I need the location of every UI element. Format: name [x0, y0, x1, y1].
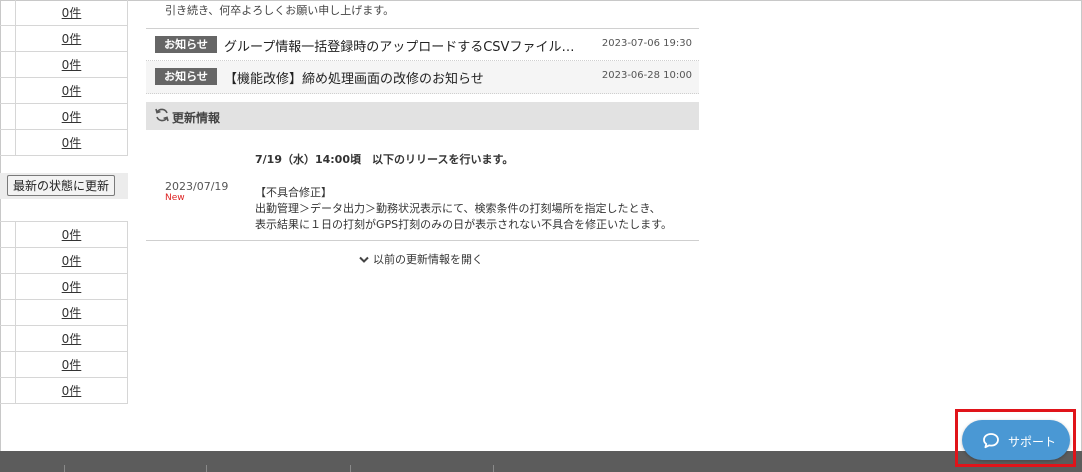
news-item[interactable]: お知らせ 【機能改修】締め処理画面の改修のお知らせ 2023-06-28 10:…	[146, 61, 699, 94]
chevron-down-icon	[359, 256, 369, 263]
table-row: 0件	[0, 77, 128, 104]
footer-separator	[493, 465, 494, 472]
count-table-top: 0件 0件 0件 0件 0件 0件	[0, 0, 128, 156]
footer-separator	[206, 465, 207, 472]
update-line: 出勤管理＞データ出力＞勤務状況表示にて、検索条件の打刻場所を指定したとき、	[255, 202, 661, 215]
table-row: 0件	[0, 247, 128, 274]
support-button[interactable]: サポート	[962, 420, 1070, 460]
table-row: 0件	[0, 351, 128, 378]
count-link[interactable]: 0件	[62, 32, 82, 46]
refresh-button[interactable]: 最新の状態に更新	[7, 175, 116, 196]
update-date: 2023/07/19	[165, 180, 229, 193]
count-link[interactable]: 0件	[62, 6, 82, 20]
table-row: 0件	[0, 103, 128, 130]
refresh-area: 最新の状態に更新	[0, 173, 128, 199]
refresh-icon	[155, 108, 169, 122]
footer-separator	[350, 465, 351, 472]
count-link[interactable]: 0件	[62, 136, 82, 150]
table-row: 0件	[0, 273, 128, 300]
news-item[interactable]: お知らせ グループ情報一括登録時のアップロードするCSVファイル… 2023-0…	[146, 28, 699, 61]
left-column-bottom: 0件 0件 0件 0件 0件 0件 0件	[0, 221, 128, 404]
count-link[interactable]: 0件	[62, 384, 82, 398]
count-link[interactable]: 0件	[62, 110, 82, 124]
updates-header-title: 更新情報	[172, 111, 221, 125]
left-column: 0件 0件 0件 0件 0件 0件	[0, 0, 128, 156]
news-date: 2023-07-06 19:30	[601, 38, 692, 49]
footer-bar	[0, 451, 1082, 472]
news-date: 2023-06-28 10:00	[601, 70, 692, 81]
update-line: 表示結果に１日の打刻がGPS打刻のみの日が表示されない不具合を修正いたします。	[255, 218, 673, 231]
divider	[146, 240, 699, 241]
table-row: 0件	[0, 299, 128, 326]
table-row: 0件	[0, 325, 128, 352]
count-link[interactable]: 0件	[62, 84, 82, 98]
table-row: 0件	[0, 377, 128, 404]
count-link[interactable]: 0件	[62, 332, 82, 346]
table-row: 0件	[0, 25, 128, 52]
table-row: 0件	[0, 51, 128, 78]
notice-badge: お知らせ	[155, 36, 217, 53]
count-link[interactable]: 0件	[62, 58, 82, 72]
table-row: 0件	[0, 221, 128, 248]
count-link[interactable]: 0件	[62, 228, 82, 242]
count-link[interactable]: 0件	[62, 358, 82, 372]
count-link[interactable]: 0件	[62, 254, 82, 268]
new-badge: New	[165, 193, 185, 203]
notice-badge: お知らせ	[155, 68, 217, 85]
update-headline: 7/19（水）14:00頃 以下のリリースを行います。	[255, 153, 514, 166]
support-label: サポート	[1008, 435, 1057, 449]
count-link[interactable]: 0件	[62, 280, 82, 294]
table-row: 0件	[0, 129, 128, 156]
footer-separator	[64, 465, 65, 472]
chat-bubble-icon	[983, 433, 999, 449]
news-title-link[interactable]: グループ情報一括登録時のアップロードするCSVファイル…	[224, 36, 594, 55]
update-section: 【不具合修正】	[255, 186, 332, 199]
greeting-text: 引き続き、何卒よろしくお願い申し上げます。	[165, 4, 395, 17]
news-title-link[interactable]: 【機能改修】締め処理画面の改修のお知らせ	[224, 68, 594, 87]
open-previous-updates-label: 以前の更新情報を開く	[373, 253, 483, 266]
open-previous-updates-link[interactable]: 以前の更新情報を開く	[359, 251, 483, 267]
updates-header: 更新情報	[146, 102, 699, 130]
count-table-bottom: 0件 0件 0件 0件 0件 0件 0件	[0, 221, 128, 404]
count-link[interactable]: 0件	[62, 306, 82, 320]
table-row: 0件	[0, 0, 128, 26]
